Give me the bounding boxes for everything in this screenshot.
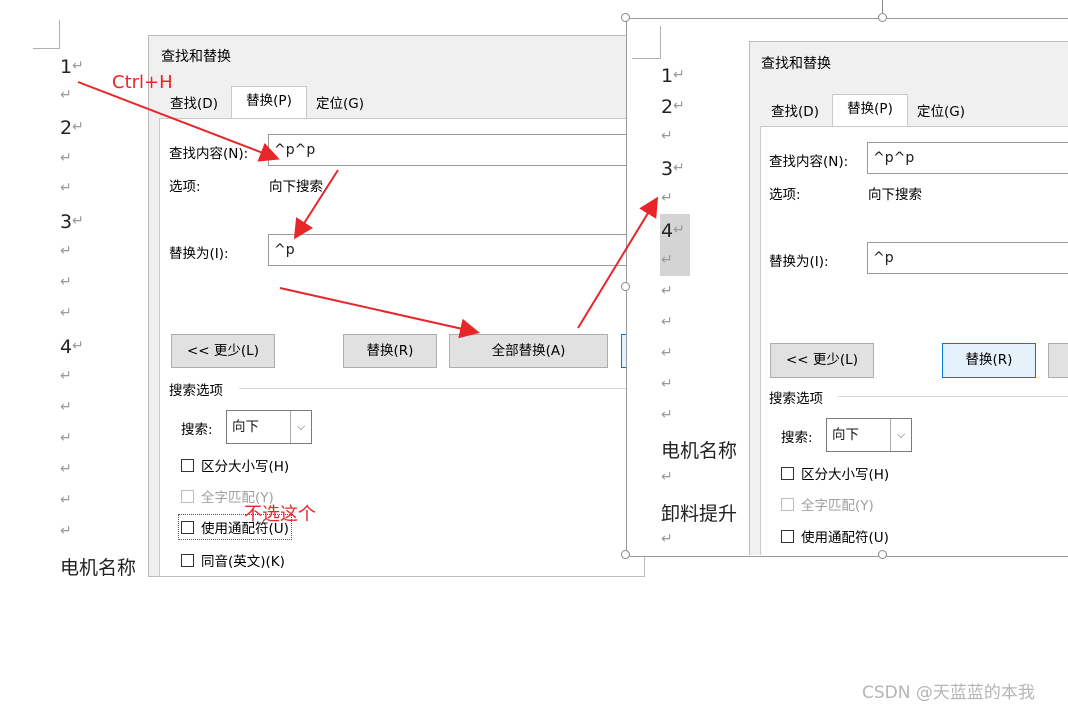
annotation-arrows: [77, 81, 659, 339]
arrow-to-find-field: [77, 81, 280, 162]
arrow-to-replace-field: [293, 169, 339, 240]
arrow-to-replace-all: [279, 287, 480, 339]
watermark: CSDN @天蓝蓝的本我: [862, 683, 1035, 703]
arrow-to-result: [577, 196, 659, 329]
